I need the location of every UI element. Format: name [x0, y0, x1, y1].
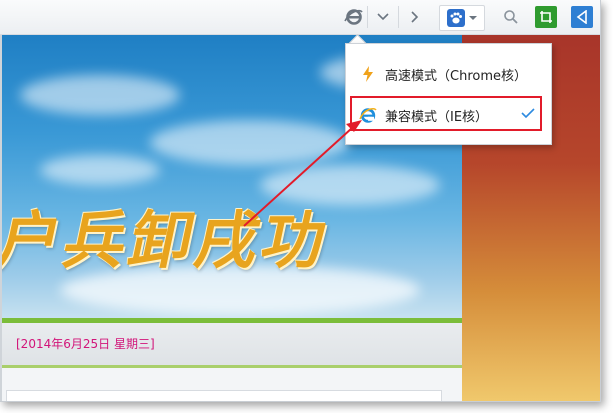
- chevron-down-icon[interactable]: [372, 5, 394, 29]
- search-icon[interactable]: [500, 5, 522, 29]
- browser-window: 户兵卸戌功 [2014年6月25日 星期三] 高速模式（Chrome核） 兼容模…: [0, 0, 601, 402]
- cloud: [150, 120, 350, 165]
- toolbar-separator: [398, 6, 399, 28]
- menu-item-label: 高速模式（Chrome核）: [385, 68, 527, 84]
- crop-icon[interactable]: [533, 5, 559, 29]
- content-panel: [6, 390, 442, 401]
- toolbar-separator: [367, 6, 368, 28]
- paw-icon[interactable]: [439, 5, 485, 31]
- menu-item-high-speed-mode[interactable]: 高速模式（Chrome核）: [346, 57, 551, 91]
- share-icon[interactable]: [569, 5, 595, 29]
- cloud: [20, 75, 180, 115]
- banner-calligraphy: 户兵卸戌功: [0, 204, 337, 277]
- date-bar: [2014年6月25日 星期三]: [0, 323, 462, 368]
- ie-compat-icon[interactable]: [343, 5, 365, 29]
- annotation-highlight-box: [350, 96, 542, 131]
- page-edge: [0, 35, 2, 401]
- date-text: [2014年6月25日 星期三]: [16, 337, 155, 351]
- forward-icon[interactable]: [404, 5, 426, 29]
- toolbar: [0, 0, 600, 35]
- lightning-icon: [359, 65, 377, 83]
- cloud: [40, 155, 160, 185]
